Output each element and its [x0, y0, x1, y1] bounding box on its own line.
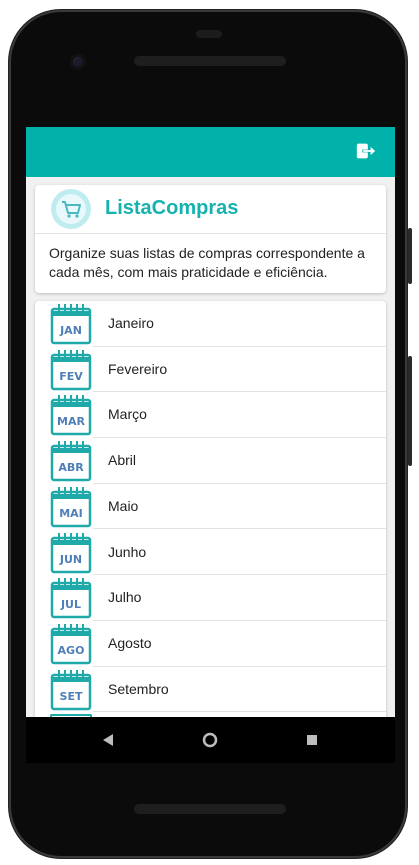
calendar-month-abbr: JUN	[59, 553, 82, 566]
row-divider	[93, 711, 386, 713]
screen: ListaCompras Organize suas listas de com…	[26, 127, 395, 717]
calendar-month-abbr: FEV	[59, 370, 83, 383]
calendar-icon: AGO	[50, 623, 92, 665]
calendar-month-abbr: ABR	[58, 461, 84, 474]
month-label: Abril	[108, 452, 137, 469]
month-label: Maio	[108, 497, 139, 514]
list-item[interactable]: ABR Abril	[35, 438, 386, 484]
month-label: Setembro	[108, 680, 169, 697]
bottom-speaker	[134, 804, 286, 814]
calendar-month-abbr: JAN	[59, 324, 82, 337]
divider	[35, 233, 386, 234]
calendar-icon: SET	[50, 669, 92, 710]
list-item[interactable]: MAR Março	[35, 392, 386, 439]
top-slot	[196, 30, 222, 38]
month-label: Junho	[108, 543, 147, 560]
logout-icon[interactable]	[355, 140, 377, 162]
top-speaker	[134, 56, 286, 66]
calendar-icon: FEV	[50, 349, 92, 390]
header-card: ListaCompras Organize suas listas de com…	[35, 185, 386, 293]
calendar-icon: MAI	[50, 486, 92, 528]
home-circle-icon[interactable]	[202, 732, 218, 748]
list-item[interactable]: JUL Julho	[35, 575, 386, 621]
list-item[interactable]: JAN Janeiro	[35, 301, 386, 347]
month-label: Janeiro	[108, 315, 154, 331]
calendar-month-abbr: MAR	[57, 415, 85, 428]
back-triangle-icon[interactable]	[102, 733, 114, 747]
calendar-month-abbr: MAI	[59, 507, 83, 520]
month-label: Agosto	[108, 634, 152, 651]
calendar-icon: JUN	[50, 532, 92, 573]
list-item[interactable]: MAI Maio	[35, 484, 386, 530]
app-bar	[26, 127, 395, 177]
shopping-cart-icon	[51, 189, 91, 229]
list-item[interactable]: FEV Fevereiro	[35, 347, 386, 393]
calendar-icon: MAR	[50, 395, 92, 436]
calendar-month-abbr: AGO	[58, 644, 85, 657]
list-item[interactable]: SET Setembro	[35, 667, 386, 713]
front-camera	[70, 54, 86, 70]
month-label: Março	[108, 406, 147, 423]
month-list: JAN Janeiro FEV Fevereiro MAR Março ABR Abril MA…	[35, 301, 386, 717]
calendar-icon: JAN	[50, 304, 92, 345]
month-label: Fevereiro	[108, 360, 168, 377]
calendar-icon: ABR	[50, 441, 92, 482]
power-button	[408, 228, 412, 284]
calendar-month-abbr: SET	[60, 690, 83, 703]
list-item[interactable]: JUN Junho	[35, 530, 386, 576]
app-title: ListaCompras	[105, 197, 239, 219]
month-label: Julho	[108, 589, 142, 606]
volume-button	[408, 356, 412, 466]
recents-square-icon[interactable]	[307, 735, 317, 745]
list-item[interactable]: AGO Agosto	[35, 621, 386, 667]
calendar-month-abbr: JUL	[60, 598, 81, 611]
app-description: Organize suas listas de compras correspo…	[49, 245, 365, 280]
calendar-icon: JUL	[50, 578, 92, 619]
